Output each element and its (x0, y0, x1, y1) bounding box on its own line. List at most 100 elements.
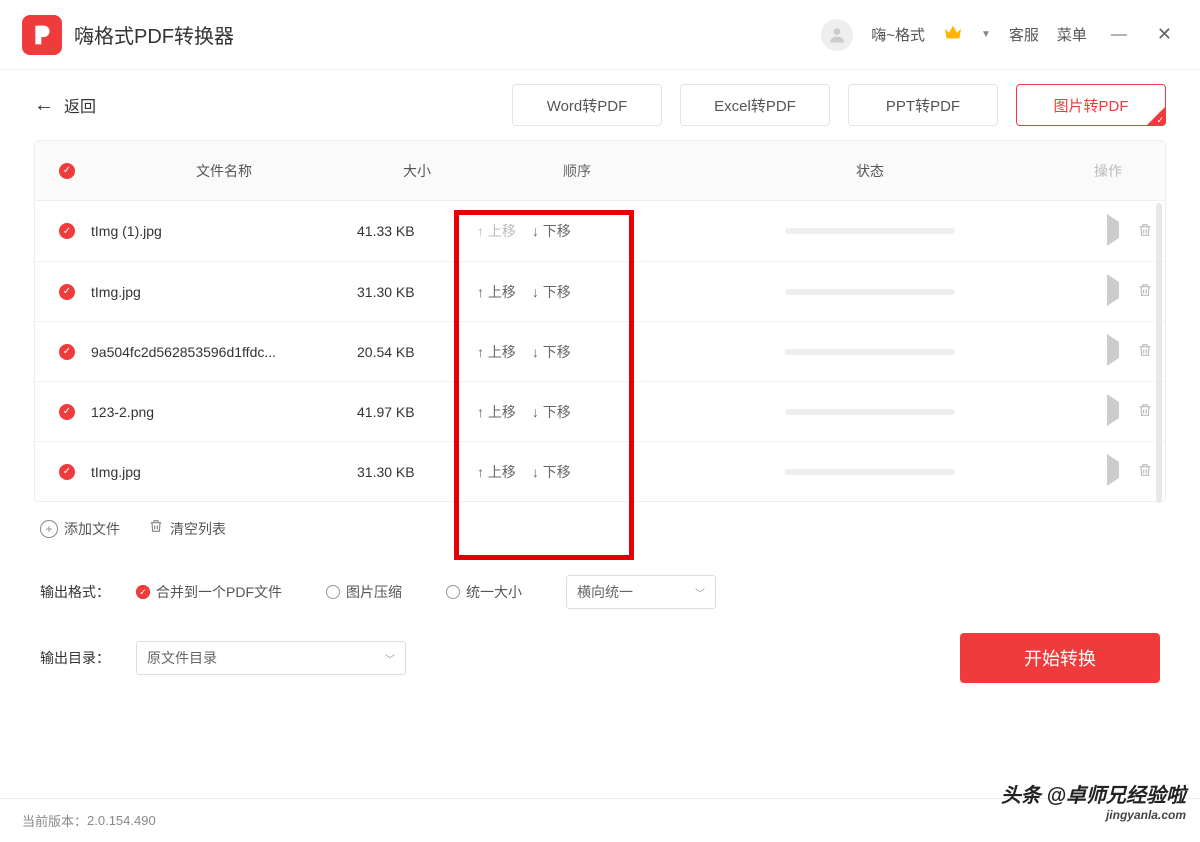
version-value: 2.0.154.490 (87, 813, 156, 828)
chevron-down-icon: ﹀ (385, 651, 395, 666)
header-ops: 操作 (1063, 161, 1153, 181)
menu-link[interactable]: 菜单 (1057, 24, 1087, 45)
chevron-down-icon: ﹀ (695, 585, 705, 600)
help-link[interactable]: 客服 (1009, 24, 1039, 45)
tab-word-pdf[interactable]: Word转PDF (512, 84, 662, 126)
output-dir-label: 输出目录： (40, 648, 110, 668)
move-up-button: ↑ 上移 (477, 221, 516, 241)
clear-list-label: 清空列表 (170, 519, 226, 539)
tab-image-pdf[interactable]: 图片转PDF (1016, 84, 1166, 126)
app-logo-icon (22, 15, 62, 55)
output-dir-row: 输出目录： 原文件目录 ﹀ 开始转换 (40, 633, 1160, 683)
move-up-button[interactable]: ↑ 上移 (477, 462, 516, 482)
progress-bar (785, 349, 955, 355)
check-icon[interactable]: ✓ (59, 464, 75, 480)
delete-icon[interactable] (1137, 462, 1153, 481)
trash-icon (148, 518, 164, 539)
header-status: 状态 (677, 161, 1063, 181)
radio-unify-label: 统一大小 (466, 582, 522, 602)
clear-list-button[interactable]: 清空列表 (148, 518, 226, 539)
move-down-button[interactable]: ↓ 下移 (532, 462, 571, 482)
orientation-dropdown[interactable]: 横向统一 ﹀ (566, 575, 716, 609)
table-row: ✓ tImg (1).jpg41.33 KB↑ 上移 ↓ 下移 (35, 201, 1165, 261)
play-icon[interactable] (1107, 402, 1119, 421)
table-row: ✓tImg.jpg31.30 KB↑ 上移↓ 下移 (35, 441, 1165, 501)
radio-dot-icon (136, 585, 150, 599)
progress-bar (785, 409, 955, 415)
radio-dot-icon (446, 585, 460, 599)
check-all-icon[interactable]: ✓ (59, 163, 75, 179)
table-row: ✓ 123-2.png41.97 KB↑ 上移 ↓ 下移 (35, 381, 1165, 441)
tab-excel-pdf[interactable]: Excel转PDF (680, 84, 830, 126)
radio-unify-size[interactable]: 统一大小 (446, 582, 522, 602)
move-down-button[interactable]: ↓ 下移 (532, 282, 571, 302)
app-title: 嗨格式PDF转换器 (74, 20, 234, 49)
delete-icon[interactable] (1137, 402, 1153, 421)
file-size: 31.30 KB (357, 284, 477, 300)
titlebar: 嗨格式PDF转换器 嗨~格式 ▼ 客服 菜单 — ✕ (0, 0, 1200, 70)
file-name: tImg.jpg (87, 284, 357, 300)
crown-icon[interactable] (943, 24, 963, 45)
avatar-icon[interactable] (821, 19, 853, 51)
play-icon[interactable] (1107, 462, 1119, 481)
output-dir-value: 原文件目录 (147, 648, 217, 668)
delete-icon[interactable] (1137, 222, 1153, 241)
minimize-icon[interactable]: — (1105, 22, 1133, 48)
back-button[interactable]: ← 返回 (34, 93, 96, 117)
move-up-button[interactable]: ↑ 上移 (477, 342, 516, 362)
below-actions: + 添加文件 清空列表 (40, 518, 1160, 539)
back-label: 返回 (64, 93, 96, 117)
file-name: tImg (1).jpg (87, 223, 357, 239)
radio-compress[interactable]: 图片压缩 (326, 582, 402, 602)
close-icon[interactable]: ✕ (1151, 20, 1178, 49)
file-table: ✓ 文件名称 大小 顺序 状态 操作 ✓tImg (1).jpg41.33 KB… (34, 140, 1166, 502)
output-dir-dropdown[interactable]: 原文件目录 ﹀ (136, 641, 406, 675)
convert-button[interactable]: 开始转换 (960, 633, 1160, 683)
table-row: ✓ tImg.jpg31.30 KB↑ 上移 ↓ 下移 (35, 261, 1165, 321)
tab-ppt-pdf[interactable]: PPT转PDF (848, 84, 998, 126)
file-name: tImg.jpg (87, 464, 357, 480)
play-icon[interactable] (1107, 282, 1119, 301)
add-file-button[interactable]: + 添加文件 (40, 519, 120, 539)
check-icon[interactable]: ✓ (59, 344, 75, 360)
file-size: 41.97 KB (357, 404, 477, 420)
move-up-button[interactable]: ↑ 上移 (477, 282, 516, 302)
move-up-button[interactable]: ↑ 上移 (477, 402, 516, 422)
play-icon[interactable] (1107, 222, 1119, 241)
plus-circle-icon: + (40, 520, 58, 538)
file-size: 20.54 KB (357, 344, 477, 360)
play-icon[interactable] (1107, 342, 1119, 361)
file-name: 9a504fc2d562853596d1ffdc... (87, 344, 357, 360)
file-name: 123-2.png (87, 404, 357, 420)
chevron-down-icon[interactable]: ▼ (981, 29, 991, 40)
orientation-value: 横向统一 (577, 582, 633, 602)
move-down-button[interactable]: ↓ 下移 (532, 342, 571, 362)
progress-bar (785, 289, 955, 295)
radio-compress-label: 图片压缩 (346, 582, 402, 602)
radio-dot-icon (326, 585, 340, 599)
output-format-row: 输出格式： 合并到一个PDF文件 图片压缩 统一大小 横向统一 ﹀ (40, 575, 1160, 609)
delete-icon[interactable] (1137, 282, 1153, 301)
radio-merge-label: 合并到一个PDF文件 (156, 582, 282, 602)
add-file-label: 添加文件 (64, 519, 120, 539)
delete-icon[interactable] (1137, 342, 1153, 361)
header-size: 大小 (357, 161, 477, 181)
version-label: 当前版本： (22, 811, 87, 830)
move-down-button[interactable]: ↓ 下移 (532, 402, 571, 422)
move-down-button[interactable]: ↓ 下移 (532, 221, 571, 241)
watermark: 头条 @卓师兄经验啦 jingyanla.com (1001, 779, 1186, 822)
file-size: 41.33 KB (357, 223, 477, 239)
check-icon[interactable]: ✓ (59, 284, 75, 300)
check-icon[interactable]: ✓ (59, 223, 75, 239)
progress-bar (785, 469, 955, 475)
arrow-left-icon: ← (34, 94, 54, 117)
scrollbar[interactable] (1156, 203, 1162, 503)
user-name[interactable]: 嗨~格式 (871, 24, 925, 45)
progress-bar (785, 228, 955, 234)
watermark-line1: 头条 @卓师兄经验啦 (1001, 779, 1186, 808)
toolbar: ← 返回 Word转PDF Excel转PDF PPT转PDF 图片转PDF (0, 70, 1200, 140)
watermark-line2: jingyanla.com (1001, 808, 1186, 822)
table-row: ✓ 9a504fc2d562853596d1ffdc...20.54 KB↑ 上移… (35, 321, 1165, 381)
radio-merge-one[interactable]: 合并到一个PDF文件 (136, 582, 282, 602)
check-icon[interactable]: ✓ (59, 404, 75, 420)
